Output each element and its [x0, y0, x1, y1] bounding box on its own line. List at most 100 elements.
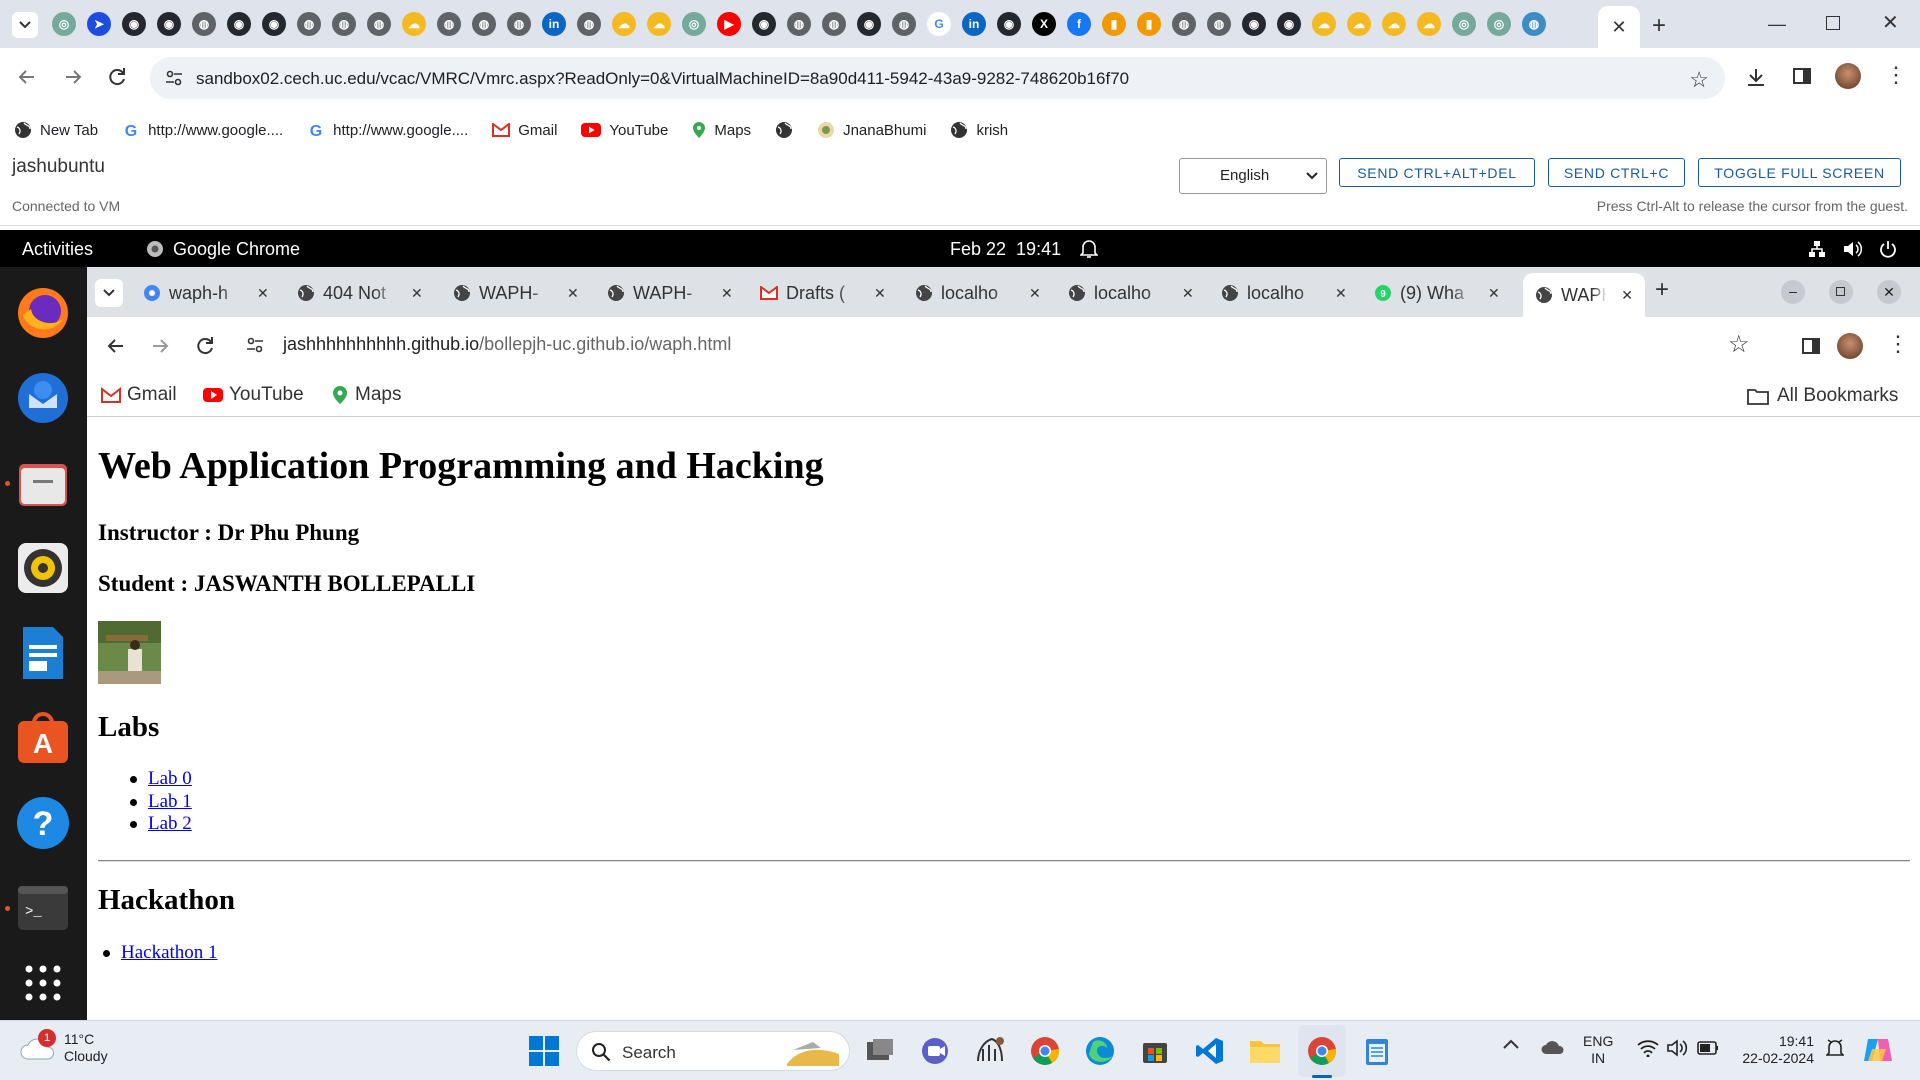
chart-icon[interactable]: ▮ [1102, 12, 1126, 36]
windows-start-icon[interactable] [526, 1033, 562, 1069]
close-icon[interactable]: ✕ [874, 285, 886, 302]
host-bookmark-item[interactable]: Gmail [492, 122, 557, 139]
bookmark-maps[interactable]: Maps [331, 384, 401, 406]
restore-button[interactable] [1829, 280, 1853, 304]
send-ctrl-alt-del-button[interactable]: SEND CTRL+ALT+DEL [1339, 158, 1535, 187]
toggle-full-screen-button[interactable]: TOGGLE FULL SCREEN [1698, 158, 1901, 187]
help-icon[interactable]: ? [12, 792, 74, 854]
close-window-button[interactable]: ✕ [1877, 280, 1901, 304]
guest-tab[interactable]: 404 Not ✕ [297, 277, 423, 309]
guest-tab[interactable]: 9 (9) Wha ✕ [1374, 277, 1500, 309]
close-icon[interactable]: ✕ [1029, 285, 1041, 302]
chrome-profile-icon[interactable] [1304, 1033, 1340, 1069]
close-icon[interactable]: ✕ [1182, 285, 1194, 302]
guest-tab[interactable]: WAPH- ✕ [607, 277, 733, 309]
app-menu[interactable]: Google Chrome [173, 239, 300, 260]
arrow-icon[interactable]: ➤ [87, 12, 111, 36]
host-bookmark-item[interactable]: New Tab [14, 121, 98, 139]
weather-icon[interactable]: ☁ [612, 12, 636, 36]
clock[interactable]: Feb 22 19:41 [950, 239, 1061, 260]
host-bookmark-item[interactable]: JnanaBhumi [817, 121, 926, 139]
github-icon[interactable]: ◉ [1242, 12, 1266, 36]
system-clock[interactable]: 19:41 22-02-2024 [1734, 1033, 1814, 1067]
reload-button[interactable] [194, 335, 216, 357]
youtube-icon[interactable]: ▶ [717, 12, 741, 36]
weather-icon[interactable]: ☁ [647, 12, 671, 36]
input-language[interactable]: ENG IN [1583, 1033, 1613, 1067]
guest-tab[interactable]: localho ✕ [915, 277, 1041, 309]
close-icon[interactable]: ✕ [1611, 17, 1626, 38]
app-center-icon[interactable]: A [12, 707, 74, 769]
wifi-icon[interactable] [1637, 1039, 1659, 1057]
side-panel-icon[interactable] [1801, 336, 1821, 356]
hackathon-1-link[interactable]: Hackathon 1 [121, 942, 218, 963]
star-icon[interactable]: ☆ [1689, 67, 1709, 93]
guest-address-bar[interactable]: jashhhhhhhhhh.github.io/bollepjh-uc.gith… [283, 334, 731, 355]
weather-icon[interactable]: ☁ [1312, 12, 1336, 36]
close-icon[interactable]: ✕ [721, 285, 733, 302]
site-info-icon[interactable] [245, 335, 265, 355]
github-icon[interactable]: ◉ [227, 12, 251, 36]
guest-tab[interactable]: Drafts (✕ [760, 277, 886, 309]
host-bookmark-item[interactable]: Ghttp://www.google.... [122, 121, 283, 140]
volume-icon[interactable] [1666, 1039, 1688, 1057]
github-icon[interactable]: ◉ [262, 12, 286, 36]
github-icon[interactable]: ◉ [997, 12, 1021, 36]
download-icon[interactable] [1745, 66, 1767, 88]
forward-button[interactable] [149, 335, 171, 357]
back-button[interactable] [105, 335, 127, 357]
globe-icon[interactable]: ◍ [472, 12, 496, 36]
linkedin-icon[interactable]: in [962, 12, 986, 36]
site-info-icon[interactable] [164, 68, 184, 88]
writer-icon[interactable] [12, 622, 74, 684]
host-bookmark-item[interactable]: Maps [692, 121, 751, 139]
vscode-icon[interactable] [1192, 1033, 1228, 1069]
lab-1-link[interactable]: Lab 1 [148, 791, 192, 812]
terminal-icon[interactable]: >_ [12, 877, 74, 939]
lab-0-link[interactable]: Lab 0 [148, 768, 192, 789]
linkedin-icon[interactable]: in [542, 12, 566, 36]
menu-dots-icon[interactable]: ⋮ [1885, 62, 1907, 88]
host-bookmark-item[interactable]: krish [950, 121, 1008, 139]
onedrive-icon[interactable] [1541, 1039, 1565, 1055]
globe-icon[interactable]: ◍ [577, 12, 601, 36]
chart-icon[interactable]: ▮ [1137, 12, 1161, 36]
weather-icon[interactable]: ☁ [402, 12, 426, 36]
github-icon[interactable]: ◉ [1277, 12, 1301, 36]
notepad-icon[interactable] [1359, 1033, 1395, 1069]
close-icon[interactable]: ✕ [1335, 285, 1347, 302]
host-bookmark-item[interactable]: Ghttp://www.google.... [307, 121, 468, 140]
edge-icon[interactable] [1082, 1033, 1118, 1069]
profile-avatar[interactable] [1837, 333, 1863, 359]
weather-icon[interactable]: ☁ [1347, 12, 1371, 36]
globe-icon[interactable]: ◍ [507, 12, 531, 36]
x-icon[interactable]: X [1032, 12, 1056, 36]
close-icon[interactable]: ✕ [257, 285, 269, 302]
thunderbird-icon[interactable] [12, 367, 74, 429]
facebook-icon[interactable]: f [1067, 12, 1091, 36]
chatgpt-icon[interactable]: ◎ [1452, 12, 1476, 36]
google-icon[interactable]: G [927, 12, 951, 36]
rhythmbox-icon[interactable] [12, 537, 74, 599]
language-select[interactable]: English [1179, 158, 1327, 194]
chatgpt-icon[interactable]: ◎ [1487, 12, 1511, 36]
close-icon[interactable]: ✕ [1488, 285, 1500, 302]
activities-button[interactable]: Activities [22, 239, 93, 260]
copilot-icon[interactable] [1862, 1035, 1894, 1065]
close-window-button[interactable]: ✕ [1882, 10, 1899, 35]
globe-icon[interactable]: ◍ [437, 12, 461, 36]
notification-bell-icon[interactable] [1826, 1039, 1844, 1059]
globe-icon[interactable]: ◍ [297, 12, 321, 36]
chevron-up-icon[interactable] [1503, 1039, 1519, 1049]
menu-dots-icon[interactable]: ⋮ [1887, 331, 1909, 357]
close-icon[interactable]: ✕ [411, 285, 423, 302]
guest-tab[interactable]: localho ✕ [1068, 277, 1194, 309]
bookmark-youtube[interactable]: YouTube [203, 384, 304, 406]
guest-tab[interactable]: WAPH- ✕ [453, 277, 579, 309]
chatgpt-icon[interactable]: ◎ [52, 12, 76, 36]
earth-icon[interactable]: ◍ [1522, 12, 1546, 36]
bookmark-gmail[interactable]: Gmail [101, 384, 177, 406]
volume-icon[interactable] [1842, 240, 1862, 258]
github-icon[interactable]: ◉ [157, 12, 181, 36]
firefox-icon[interactable] [12, 282, 74, 344]
